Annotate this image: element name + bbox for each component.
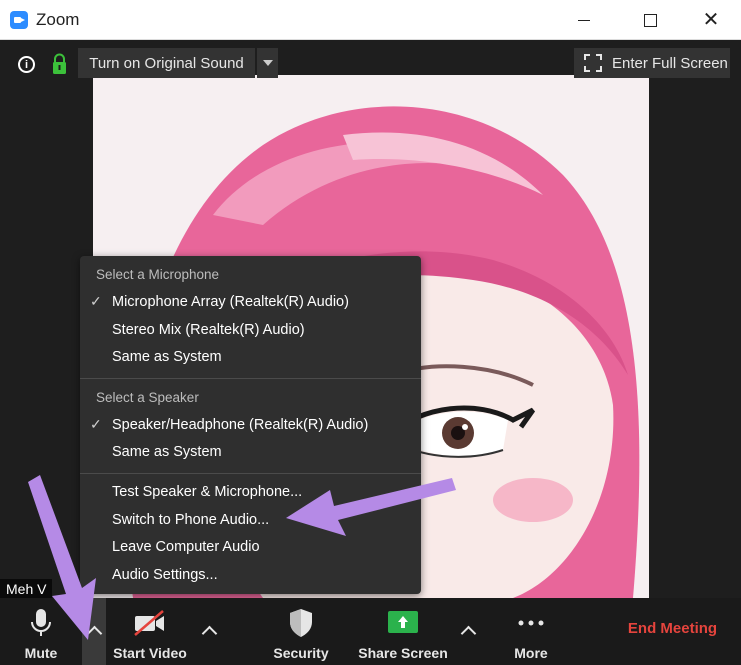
menu-item-label: Same as System bbox=[112, 349, 222, 365]
encryption-lock-icon[interactable] bbox=[52, 53, 67, 75]
chevron-up-icon bbox=[201, 625, 217, 642]
checkmark-icon: ✓ bbox=[90, 293, 102, 309]
menu-item-label: Switch to Phone Audio... bbox=[112, 512, 270, 528]
menu-item-stereo-mix[interactable]: Stereo Mix (Realtek(R) Audio) bbox=[80, 317, 421, 343]
zoom-logo-icon bbox=[10, 11, 28, 29]
chevron-up-icon bbox=[460, 625, 476, 642]
minimize-icon bbox=[578, 19, 590, 21]
menu-item-audio-settings[interactable]: Audio Settings... bbox=[80, 562, 421, 588]
maximize-icon bbox=[643, 13, 657, 27]
enter-fullscreen-button[interactable]: Enter Full Screen bbox=[574, 48, 730, 78]
menu-item-label: Test Speaker & Microphone... bbox=[112, 484, 303, 500]
window-title: Zoom bbox=[36, 10, 80, 29]
video-options-caret[interactable] bbox=[197, 598, 221, 665]
share-options-caret[interactable] bbox=[456, 598, 480, 665]
menu-item-label: Same as System bbox=[112, 444, 222, 460]
menu-item-label: Stereo Mix (Realtek(R) Audio) bbox=[112, 322, 305, 338]
more-dots-icon bbox=[518, 620, 544, 626]
menu-item-switch-to-phone-audio[interactable]: Switch to Phone Audio... bbox=[80, 507, 421, 533]
participant-name: Meh V bbox=[0, 579, 53, 598]
title-bar: Zoom ✕ bbox=[0, 0, 741, 40]
start-video-label: Start Video bbox=[113, 645, 187, 661]
menu-divider bbox=[80, 378, 421, 379]
menu-item-label: Microphone Array (Realtek(R) Audio) bbox=[112, 294, 349, 310]
checkmark-icon: ✓ bbox=[90, 416, 102, 432]
chevron-up-icon bbox=[86, 625, 102, 642]
menu-item-speaker-same-as-system[interactable]: Same as System bbox=[80, 439, 421, 465]
menu-item-label: Audio Settings... bbox=[112, 567, 218, 583]
menu-item-microphone-array[interactable]: ✓ Microphone Array (Realtek(R) Audio) bbox=[80, 289, 421, 315]
mute-label: Mute bbox=[24, 645, 58, 661]
maximize-button[interactable] bbox=[627, 0, 673, 40]
share-screen-icon bbox=[388, 611, 418, 633]
menu-item-speaker-headphone[interactable]: ✓ Speaker/Headphone (Realtek(R) Audio) bbox=[80, 412, 421, 438]
menu-item-mic-same-as-system[interactable]: Same as System bbox=[80, 344, 421, 370]
fullscreen-label: Enter Full Screen bbox=[612, 54, 728, 72]
fullscreen-icon bbox=[584, 54, 602, 72]
menu-item-leave-computer-audio[interactable]: Leave Computer Audio bbox=[80, 534, 421, 560]
start-video-button[interactable]: Start Video bbox=[108, 598, 192, 665]
microphone-section-header: Select a Microphone bbox=[96, 267, 220, 282]
minimize-button[interactable] bbox=[561, 0, 607, 40]
menu-divider bbox=[80, 473, 421, 474]
shield-icon bbox=[290, 609, 312, 637]
audio-options-menu: Select a Microphone ✓ Microphone Array (… bbox=[80, 256, 421, 594]
original-sound-dropdown[interactable] bbox=[257, 48, 278, 78]
more-button[interactable]: More bbox=[505, 598, 557, 665]
meeting-toolbar: Mute Start Video Security Share Screen M… bbox=[0, 598, 741, 665]
close-icon: ✕ bbox=[702, 9, 720, 31]
audio-options-caret[interactable] bbox=[82, 598, 106, 665]
video-off-icon bbox=[134, 610, 164, 636]
speaker-section-header: Select a Speaker bbox=[96, 390, 199, 405]
share-screen-button[interactable]: Share Screen bbox=[357, 598, 449, 665]
more-label: More bbox=[514, 645, 548, 661]
original-sound-button[interactable]: Turn on Original Sound bbox=[78, 48, 255, 78]
menu-item-label: Speaker/Headphone (Realtek(R) Audio) bbox=[112, 417, 369, 433]
security-button[interactable]: Security bbox=[266, 598, 336, 665]
share-screen-label: Share Screen bbox=[358, 645, 448, 661]
chevron-down-icon bbox=[262, 60, 273, 66]
security-label: Security bbox=[273, 645, 329, 661]
microphone-icon bbox=[31, 609, 51, 636]
top-controls: i Turn on Original Sound Enter Full Scre… bbox=[0, 40, 741, 88]
menu-item-test-speaker-microphone[interactable]: Test Speaker & Microphone... bbox=[80, 479, 421, 505]
info-icon[interactable]: i bbox=[18, 56, 35, 73]
close-button[interactable]: ✕ bbox=[688, 0, 734, 40]
menu-item-label: Leave Computer Audio bbox=[112, 539, 260, 555]
mute-button[interactable]: Mute bbox=[10, 598, 72, 665]
end-meeting-button[interactable]: End Meeting bbox=[610, 620, 735, 637]
